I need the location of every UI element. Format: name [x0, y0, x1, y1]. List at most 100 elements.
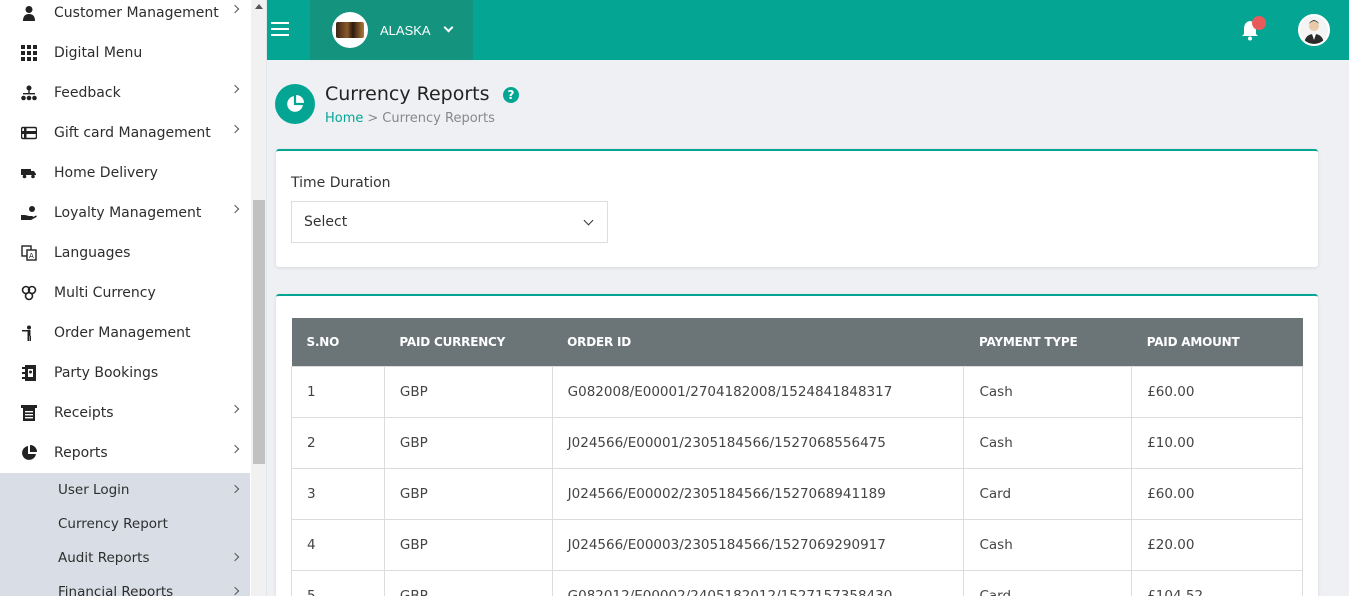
sidebar-item-digital-menu[interactable]: Digital Menu: [0, 33, 250, 73]
top-navbar: ALASKA: [267, 0, 1349, 60]
column-header-paid-currency[interactable]: PAID CURRENCY: [384, 318, 553, 366]
help-icon[interactable]: ?: [503, 87, 519, 103]
cell-order-id: G082012/E00002/2405182012/1527157358430: [551, 569, 965, 596]
chevron-down-icon: [443, 22, 454, 33]
column-header-order-id[interactable]: ORDER ID: [552, 318, 964, 366]
sidebar-item-customer-management[interactable]: Customer Management: [0, 0, 250, 33]
coins-icon: [20, 284, 38, 302]
sidebar-subitem-label: Audit Reports: [58, 550, 150, 566]
sitemap-icon: [20, 84, 38, 102]
sidebar-subitem-user-login[interactable]: User Login: [0, 473, 250, 507]
reports-submenu: User Login Currency Report Audit Reports…: [0, 473, 250, 596]
chevron-down-icon: [230, 444, 240, 454]
cell-paid-currency: GBP: [383, 518, 553, 571]
sidebar-subitem-currency-report[interactable]: Currency Report: [0, 507, 250, 541]
currency-report-table: S.NO PAID CURRENCY ORDER ID PAYMENT TYPE…: [291, 318, 1303, 596]
column-header-sno[interactable]: S.NO: [291, 318, 385, 366]
time-duration-label: Time Duration: [291, 175, 391, 191]
scroll-thumb[interactable]: [253, 200, 265, 464]
sidebar-scrollbar[interactable]: [251, 0, 266, 596]
pie-chart-icon: [275, 84, 315, 124]
grid-icon: [20, 44, 38, 62]
sidebar-subitem-audit-reports[interactable]: Audit Reports: [0, 541, 250, 575]
column-header-paid-amount[interactable]: PAID AMOUNT: [1131, 318, 1303, 366]
sidebar-item-label: Order Management: [54, 325, 191, 341]
sidebar-item-label: Digital Menu: [54, 45, 143, 61]
column-header-payment-type[interactable]: PAYMENT TYPE: [963, 318, 1132, 366]
sidebar-item-languages[interactable]: A Languages: [0, 233, 250, 273]
cell-paid-currency: GBP: [383, 569, 553, 596]
sidebar-subitem-label: Currency Report: [58, 516, 168, 532]
sidebar-item-label: Home Delivery: [54, 165, 158, 181]
sidebar-item-multi-currency[interactable]: Multi Currency: [0, 273, 250, 313]
scroll-up-arrow-icon[interactable]: [255, 4, 263, 9]
sidebar-item-label: Reports: [54, 445, 108, 461]
sidebar-item-loyalty-management[interactable]: Loyalty Management: [0, 193, 250, 233]
sidebar-subitem-financial-reports[interactable]: Financial Reports: [0, 575, 250, 596]
sidebar-item-label: Loyalty Management: [54, 205, 202, 221]
sidebar-item-label: Languages: [54, 245, 131, 261]
store-name: ALASKA: [380, 22, 431, 38]
person-tray-icon: [20, 324, 38, 342]
cell-paid-currency: GBP: [383, 365, 553, 418]
sidebar-item-receipts[interactable]: Receipts: [0, 393, 250, 433]
sidebar-item-label: Feedback: [54, 85, 121, 101]
sidebar-item-order-management[interactable]: Order Management: [0, 313, 250, 353]
store-switcher[interactable]: ALASKA: [310, 0, 473, 60]
table-row: 3 GBP J024566/E00002/2305184566/15270689…: [291, 467, 1303, 520]
sidebar-menu: Customer Management Digital Menu Feedbac…: [0, 0, 250, 596]
sidebar-item-gift-card-management[interactable]: Gift card Management: [0, 113, 250, 153]
breadcrumb: Home > Currency Reports: [325, 111, 495, 126]
user-icon: [20, 4, 38, 22]
chevron-right-icon: [230, 404, 240, 414]
sidebar-item-label: Gift card Management: [54, 125, 211, 141]
pie-chart-icon: [20, 444, 38, 462]
cell-payment-type: Card: [963, 569, 1133, 596]
receipt-icon: [20, 404, 38, 422]
cell-sno: 4: [291, 518, 385, 571]
chevron-right-icon: [230, 4, 240, 14]
cell-sno: 2: [291, 416, 385, 469]
store-logo: [332, 12, 368, 48]
sidebar-item-label: Multi Currency: [54, 285, 156, 301]
time-duration-selected-value: Select: [304, 214, 348, 230]
cell-sno: 3: [291, 467, 385, 520]
truck-icon: [20, 164, 38, 182]
cell-payment-type: Cash: [963, 518, 1133, 571]
language-icon: A: [20, 244, 38, 262]
breadcrumb-current: Currency Reports: [382, 111, 495, 126]
cell-order-id: J024566/E00002/2305184566/1527068941189: [551, 467, 965, 520]
table-row: 2 GBP J024566/E00001/2305184566/15270685…: [291, 416, 1303, 469]
breadcrumb-separator: >: [367, 111, 379, 126]
sidebar-item-party-bookings[interactable]: Party Bookings: [0, 353, 250, 393]
cell-paid-amount: £60.00: [1131, 365, 1303, 418]
chevron-right-icon: [230, 124, 240, 134]
notification-badge: [1252, 16, 1266, 30]
gift-card-icon: [20, 124, 38, 142]
chevron-right-icon: [230, 204, 240, 214]
sidebar-item-label: Customer Management: [54, 5, 219, 21]
filter-card: Time Duration Select: [276, 149, 1318, 267]
table-row: 5 GBP G082012/E00002/2405182012/15271573…: [291, 569, 1303, 596]
hand-coin-icon: [20, 204, 38, 222]
table-row: 4 GBP J024566/E00003/2305184566/15270692…: [291, 518, 1303, 571]
sidebar-item-reports[interactable]: Reports: [0, 433, 250, 473]
svg-text:A: A: [29, 252, 34, 260]
cell-order-id: G082008/E00001/2704182008/1524841848317: [551, 365, 965, 418]
time-duration-select[interactable]: Select: [291, 201, 608, 243]
table-row: 1 GBP G082008/E00001/2704182008/15248418…: [291, 365, 1303, 418]
sidebar-item-feedback[interactable]: Feedback: [0, 73, 250, 113]
user-avatar[interactable]: [1298, 14, 1330, 46]
sidebar-item-label: Receipts: [54, 405, 114, 421]
breadcrumb-home-link[interactable]: Home: [325, 111, 363, 126]
sidebar-item-home-delivery[interactable]: Home Delivery: [0, 153, 250, 193]
sidebar: Customer Management Digital Menu Feedbac…: [0, 0, 267, 596]
cell-paid-currency: GBP: [383, 416, 553, 469]
sidebar-item-label: Party Bookings: [54, 365, 159, 381]
chevron-right-icon: [230, 484, 240, 494]
cell-paid-amount: £60.00: [1131, 467, 1303, 520]
cell-paid-amount: £20.00: [1131, 518, 1303, 571]
hamburger-menu-icon[interactable]: [271, 22, 289, 36]
chevron-right-icon: [230, 84, 240, 94]
chevron-right-icon: [230, 552, 240, 562]
